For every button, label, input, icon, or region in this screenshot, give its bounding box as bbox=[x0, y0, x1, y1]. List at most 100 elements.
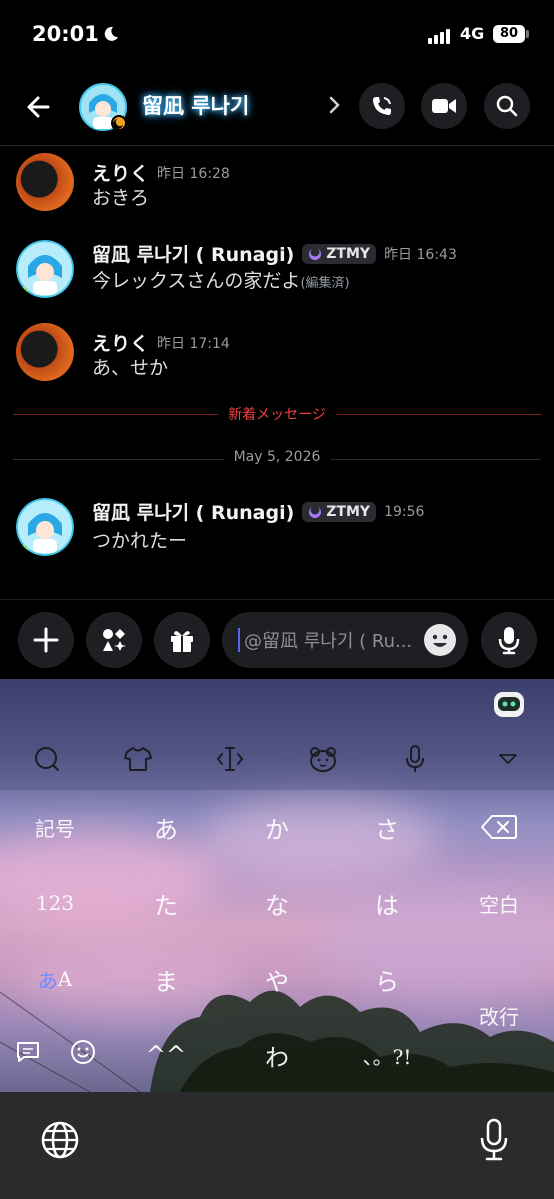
guild-tag-label: ZTMY bbox=[326, 245, 371, 262]
message-text: あ、せか bbox=[92, 357, 169, 379]
status-time-group: 20:01 bbox=[32, 22, 119, 46]
voice-call-button[interactable] bbox=[359, 83, 405, 129]
message-header: 留凪 루나기 ( Runagi) ZTMY 19:56 bbox=[92, 498, 424, 525]
user-avatar[interactable] bbox=[16, 323, 74, 381]
key-enter[interactable]: 改行 bbox=[454, 985, 544, 1045]
new-messages-label: 新着メッセージ bbox=[218, 404, 336, 424]
message-text: つかれたー bbox=[92, 530, 188, 552]
moon-icon bbox=[309, 505, 322, 518]
keyboard-mascot-icon[interactable] bbox=[492, 689, 526, 719]
keyboard: 記号 あ か さ 123 た な は 空白 あA ま や ら 改行 ^^ わ 、… bbox=[0, 679, 554, 1092]
focus-moon-icon bbox=[104, 26, 118, 41]
key-clipboard[interactable] bbox=[8, 1032, 48, 1072]
message-composer: @留凪 루나기 ( Ru... bbox=[0, 599, 554, 679]
apps-button[interactable] bbox=[86, 612, 142, 668]
phone-icon bbox=[373, 97, 391, 115]
message-timestamp: 昨日 16:43 bbox=[384, 246, 457, 263]
signal-icon bbox=[428, 29, 450, 44]
keyboard-bottom-bar bbox=[0, 1092, 554, 1199]
key-ya[interactable]: や bbox=[232, 949, 322, 1009]
message-header: えりく 昨日 17:14 bbox=[92, 329, 230, 356]
key-123[interactable]: 123 bbox=[10, 873, 100, 933]
user-avatar[interactable] bbox=[16, 153, 74, 211]
chat-header: 留凪 루나기 bbox=[0, 70, 554, 146]
message-author[interactable]: 留凪 루나기 ( Runagi) bbox=[92, 498, 294, 525]
user-avatar[interactable] bbox=[16, 498, 74, 556]
apps-icon bbox=[103, 629, 126, 651]
message-timestamp: 昨日 16:28 bbox=[157, 165, 230, 182]
status-time: 20:01 bbox=[32, 22, 99, 46]
message-timestamp: 昨日 17:14 bbox=[157, 335, 230, 352]
message-input-placeholder: @留凪 루나기 ( Ru... bbox=[244, 631, 413, 652]
keyboard-search-button[interactable] bbox=[27, 739, 67, 779]
network-type: 4G bbox=[460, 24, 485, 43]
message-header: 留凪 루나기 ( Runagi) ZTMY 昨日 16:43 bbox=[92, 240, 457, 267]
microphone-icon bbox=[498, 627, 520, 655]
key-punctuation[interactable]: 、。?! bbox=[342, 1025, 432, 1085]
key-kana-A: A bbox=[57, 967, 73, 991]
voice-message-button[interactable] bbox=[481, 612, 537, 668]
search-icon bbox=[496, 95, 518, 117]
key-kana-switch[interactable]: あA bbox=[10, 949, 100, 1009]
key-ma[interactable]: ま bbox=[121, 949, 211, 1009]
key-na[interactable]: な bbox=[232, 873, 322, 933]
globe-icon[interactable] bbox=[40, 1120, 80, 1160]
guild-tag-label: ZTMY bbox=[326, 503, 371, 520]
status-bar: 20:01 4G 80 bbox=[0, 0, 554, 70]
key-ka[interactable]: か bbox=[232, 797, 322, 857]
keyboard-emoji-button[interactable] bbox=[303, 739, 343, 779]
text-cursor-icon bbox=[216, 747, 244, 771]
smiley-icon bbox=[71, 1040, 95, 1064]
keyboard-cursor-button[interactable] bbox=[210, 739, 250, 779]
new-messages-divider: 新着メッセージ bbox=[13, 404, 541, 424]
attach-button[interactable] bbox=[18, 612, 74, 668]
chat-bubble-icon bbox=[17, 1042, 39, 1062]
text-caret bbox=[238, 628, 240, 652]
message-author[interactable]: 留凪 루나기 ( Runagi) bbox=[92, 240, 294, 267]
backspace-icon bbox=[481, 815, 517, 839]
battery-level: 80 bbox=[493, 25, 525, 43]
guild-tag[interactable]: ZTMY bbox=[302, 501, 377, 522]
bear-face-icon bbox=[310, 747, 336, 772]
battery-icon bbox=[526, 30, 529, 38]
key-ra[interactable]: ら bbox=[342, 949, 432, 1009]
keyboard-theme-button[interactable] bbox=[118, 739, 158, 779]
keyboard-toolbar bbox=[0, 679, 554, 790]
video-call-button[interactable] bbox=[421, 83, 467, 129]
key-a[interactable]: あ bbox=[121, 797, 211, 857]
channel-name[interactable]: 留凪 루나기 bbox=[142, 90, 249, 120]
channel-avatar[interactable] bbox=[79, 83, 127, 131]
key-kigou[interactable]: 記号 bbox=[10, 797, 100, 857]
gift-icon bbox=[171, 631, 193, 652]
message-text-wrap: 今レックスさんの家だよ(編集済) bbox=[92, 266, 350, 293]
date-label: May 5, 2026 bbox=[223, 449, 331, 465]
key-wa[interactable]: わ bbox=[232, 1025, 322, 1085]
emoji-icon[interactable] bbox=[424, 624, 456, 656]
back-arrow-icon[interactable] bbox=[22, 90, 56, 124]
moon-icon bbox=[309, 247, 322, 260]
key-sa[interactable]: さ bbox=[342, 797, 432, 857]
message-input[interactable]: @留凪 루나기 ( Ru... bbox=[222, 612, 468, 668]
video-camera-icon bbox=[432, 99, 456, 113]
guild-tag[interactable]: ZTMY bbox=[302, 243, 377, 264]
message-text: 今レックスさんの家だよ bbox=[92, 270, 301, 292]
key-kana-a: あ bbox=[37, 968, 58, 993]
message-author[interactable]: えりく bbox=[92, 159, 149, 186]
keyboard-collapse-button[interactable] bbox=[488, 739, 528, 779]
gift-button[interactable] bbox=[154, 612, 210, 668]
key-emoji[interactable] bbox=[63, 1032, 103, 1072]
keyboard-voice-button[interactable] bbox=[395, 739, 435, 779]
chevron-right-icon[interactable] bbox=[328, 94, 342, 116]
dictation-microphone-icon[interactable] bbox=[478, 1118, 510, 1162]
key-ta[interactable]: た bbox=[121, 873, 211, 933]
search-button[interactable] bbox=[484, 83, 530, 129]
key-space[interactable]: 空白 bbox=[454, 873, 544, 933]
message-author[interactable]: えりく bbox=[92, 329, 149, 356]
key-backspace[interactable] bbox=[454, 797, 544, 857]
key-kaomoji[interactable]: ^^ bbox=[121, 1025, 211, 1085]
message-text: おきろ bbox=[92, 187, 150, 209]
plus-icon bbox=[33, 627, 59, 653]
message-header: えりく 昨日 16:28 bbox=[92, 159, 230, 186]
key-ha[interactable]: は bbox=[342, 873, 432, 933]
user-avatar[interactable] bbox=[16, 240, 74, 298]
